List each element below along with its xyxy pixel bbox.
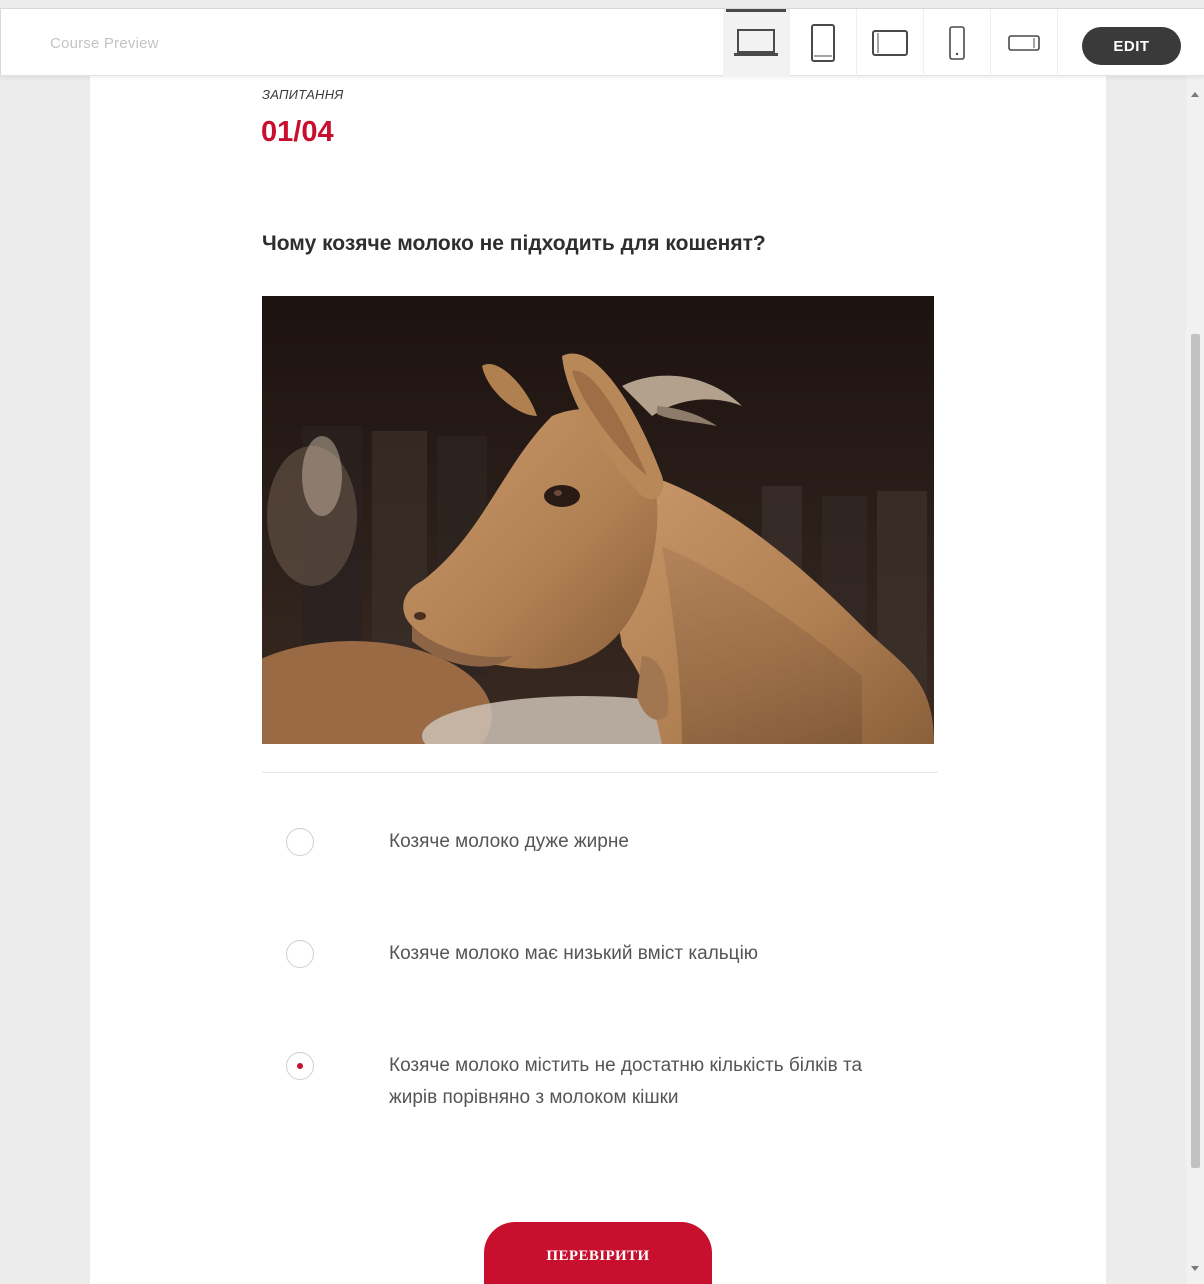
radio-button-1[interactable] <box>286 828 314 856</box>
answer-option-3[interactable]: Козяче молоко містить не достатню кількі… <box>286 1050 906 1114</box>
course-preview-title: Course Preview <box>50 35 159 52</box>
answer-option-2[interactable]: Козяче молоко має низький вміст кальцію <box>286 938 906 970</box>
scrollbar[interactable] <box>1186 76 1204 1284</box>
desktop-icon <box>732 26 780 60</box>
radio-selected-dot <box>297 1063 303 1069</box>
scroll-up-arrow-icon[interactable] <box>1191 92 1199 97</box>
answer-option-1[interactable]: Козяче молоко дуже жирне <box>286 826 906 858</box>
device-switcher <box>723 9 1058 76</box>
device-phone-portrait-button[interactable] <box>924 9 991 76</box>
device-phone-landscape-button[interactable] <box>991 9 1058 76</box>
phone-portrait-icon <box>947 25 967 61</box>
answer-option-text: Козяче молоко дуже жирне <box>389 831 629 852</box>
question-label: ЗАПИТАННЯ <box>262 87 344 102</box>
question-card: ЗАПИТАННЯ 01/04 Чому козяче молоко не пі… <box>90 76 1106 1284</box>
question-counter: 01/04 <box>261 116 334 148</box>
device-tablet-portrait-button[interactable] <box>790 9 857 76</box>
divider <box>262 772 938 773</box>
goat-photo <box>262 296 934 744</box>
scroll-down-arrow-icon[interactable] <box>1191 1266 1199 1271</box>
answer-option-text: Козяче молоко містить не достатню кількі… <box>389 1055 863 1108</box>
edit-button[interactable]: EDIT <box>1082 27 1181 65</box>
phone-landscape-icon <box>1007 33 1041 53</box>
check-answer-button[interactable]: ПЕРЕВІРИТИ <box>484 1222 712 1284</box>
device-desktop-button[interactable] <box>723 9 790 76</box>
answer-option-text: Козяче молоко має низький вміст кальцію <box>389 943 759 964</box>
scroll-thumb[interactable] <box>1191 334 1200 1168</box>
preview-toolbar: Course Preview EDIT <box>0 8 1204 76</box>
radio-button-3-selected[interactable] <box>286 1052 314 1080</box>
tablet-landscape-icon <box>871 29 909 57</box>
question-text: Чому козяче молоко не підходить для коше… <box>262 232 766 255</box>
tablet-portrait-icon <box>809 23 837 63</box>
radio-button-2[interactable] <box>286 940 314 968</box>
device-tablet-landscape-button[interactable] <box>857 9 924 76</box>
